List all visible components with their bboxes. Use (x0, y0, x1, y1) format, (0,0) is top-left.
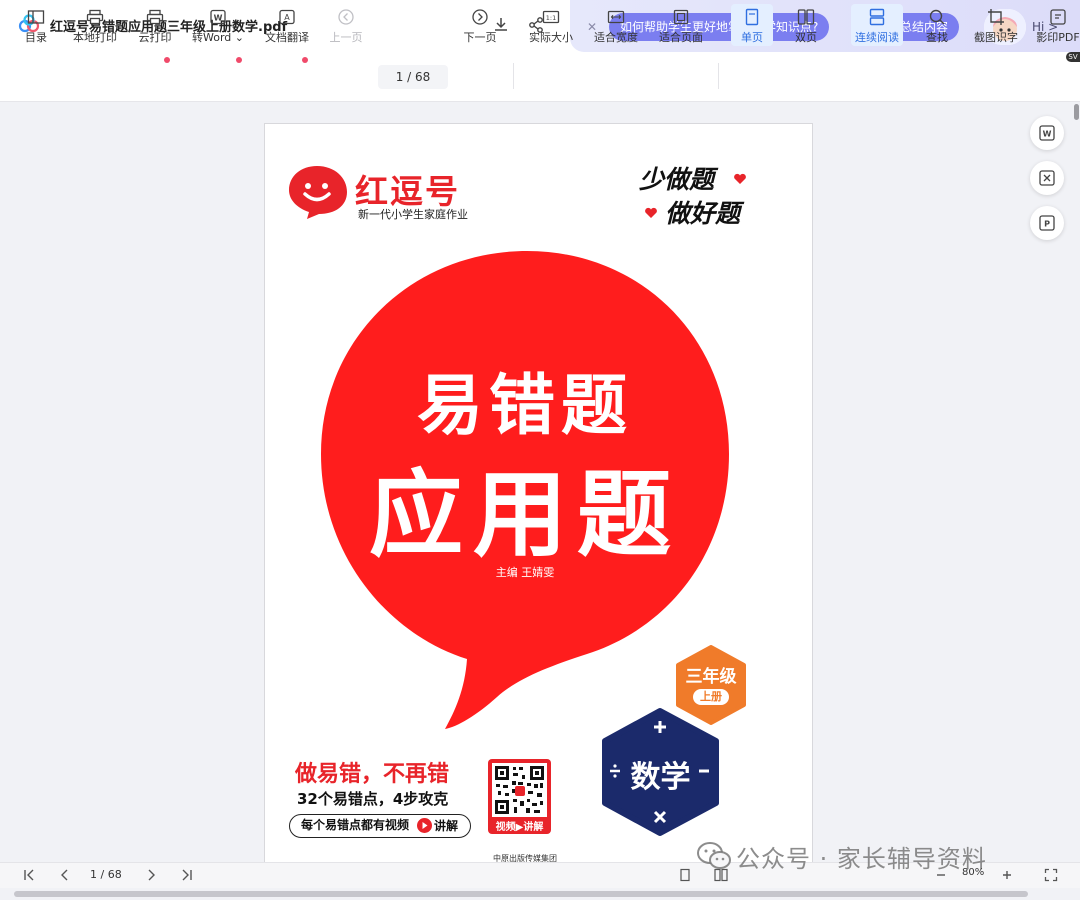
cover-title-line-1: 易错题 (417, 367, 633, 444)
subject-label: 数学 (630, 760, 691, 795)
zoom-level[interactable]: 80% (962, 867, 984, 878)
to-word-button[interactable]: W 转Word ⌄ (190, 4, 246, 46)
convert-ppt-float-button[interactable]: P (1030, 206, 1064, 240)
svg-text:P: P (1044, 220, 1050, 229)
cloud-print-button[interactable]: 云打印 (136, 4, 174, 46)
promo-headline: 做易错，不再错 (295, 762, 450, 787)
editor-credit: 主编 王婧雯 (495, 566, 555, 579)
grade-label: 三年级 (685, 667, 737, 687)
photocopy-icon (1048, 7, 1068, 27)
qr-caption: 视频▶讲解 (495, 822, 544, 833)
feature-badge: SV (1066, 52, 1080, 62)
fit-width-icon (606, 7, 626, 27)
cover-title-line-2: 应用题 (368, 461, 681, 570)
svg-text:1:1: 1:1 (546, 14, 556, 22)
actual-size-icon: 1:1 (541, 7, 561, 27)
promo-subline: 32个易错点，4步攻克 (297, 790, 449, 808)
page-number-input[interactable]: 1 / 68 (378, 65, 448, 89)
chevron-left-icon[interactable] (56, 866, 74, 884)
fit-page-icon (671, 7, 691, 27)
search-icon (927, 7, 947, 27)
status-page-indicator[interactable]: 1 / 68 (90, 868, 122, 881)
translate-button[interactable]: A 文档翻译 (262, 4, 312, 46)
chevron-right-icon[interactable] (142, 866, 160, 884)
fit-page-button[interactable]: 适合页面 (656, 4, 706, 46)
zoom-out-icon[interactable] (932, 866, 950, 884)
printer-icon (85, 7, 105, 27)
toc-icon (26, 7, 46, 27)
toolbar-divider (513, 63, 514, 89)
svg-text:W: W (1043, 130, 1052, 139)
fit-width-button[interactable]: 适合宽度 (591, 4, 641, 46)
new-feature-dot (302, 57, 308, 63)
horizontal-scrollbar-thumb[interactable] (14, 891, 1028, 897)
smiley-logo-icon (285, 162, 349, 220)
next-page-button[interactable]: 下一页 (460, 4, 500, 46)
single-page-icon (742, 7, 762, 27)
cover-slogan-2: 做好题 (665, 199, 741, 228)
qr-code-icon (492, 763, 547, 817)
last-page-icon[interactable] (178, 866, 196, 884)
toolbar (0, 52, 1080, 102)
cloud-printer-icon (145, 7, 165, 27)
chevron-left-circle-icon (336, 7, 356, 27)
prev-page-button[interactable]: 上一页 (326, 4, 366, 46)
search-button[interactable]: 查找 (920, 4, 954, 46)
continuous-reading-button[interactable]: 连续阅读 (851, 4, 903, 46)
toc-button[interactable]: 目录 (18, 4, 54, 46)
crop-icon (986, 7, 1006, 27)
vertical-scrollbar-thumb[interactable] (1074, 104, 1079, 120)
heart-icon (644, 204, 658, 218)
new-feature-dot (164, 57, 170, 63)
double-page-icon (796, 7, 816, 27)
convert-word-float-button[interactable]: W (1030, 116, 1064, 150)
cover-slogan-1: 少做题 (639, 165, 715, 194)
single-page-button[interactable]: 单页 (731, 4, 773, 46)
word-icon: W (208, 7, 228, 27)
local-print-button[interactable]: 本地打印 (70, 4, 120, 46)
convert-excel-float-button[interactable] (1030, 161, 1064, 195)
svg-text:A: A (284, 13, 290, 22)
new-feature-dot (236, 57, 242, 63)
chevron-right-circle-icon (470, 7, 490, 27)
translate-icon: A (277, 7, 297, 27)
play-icon (417, 818, 432, 833)
wechat-icon (696, 841, 732, 871)
actual-size-button[interactable]: 1:1 实际大小 (526, 4, 576, 46)
vertical-scrollbar[interactable] (1072, 103, 1080, 862)
svg-text:W: W (214, 14, 223, 23)
brand-slogan: 新一代小学生家庭作业 (358, 208, 468, 221)
zoom-in-icon[interactable] (998, 866, 1016, 884)
volume-label: 上册 (693, 689, 729, 705)
double-page-button[interactable]: 双页 (786, 4, 826, 46)
pdf-page: 红逗号 新一代小学生家庭作业 少做题 做好题 易错题 应用题 主编 王婧雯 三年… (264, 123, 813, 863)
first-page-icon[interactable] (20, 866, 38, 884)
photocopy-pdf-button[interactable]: 影印PDF (1036, 4, 1080, 46)
heart-icon (733, 170, 747, 184)
promo-pill-end: 讲解 (434, 819, 459, 833)
fullscreen-icon[interactable] (1042, 866, 1060, 884)
continuous-scroll-icon (867, 7, 887, 27)
toolbar-divider (718, 63, 719, 89)
single-page-view-icon[interactable] (676, 866, 694, 884)
screenshot-ocr-button[interactable]: 截图识字 (970, 4, 1022, 46)
